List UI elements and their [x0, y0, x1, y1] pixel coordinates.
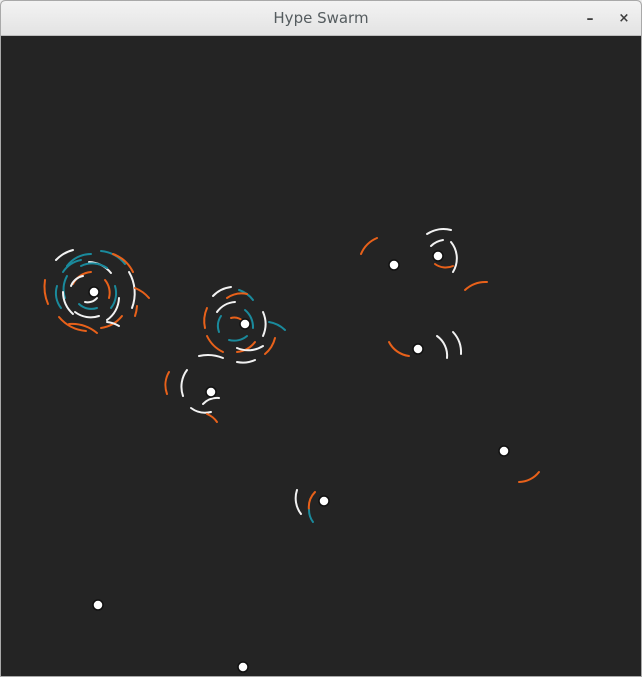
attractor-node [412, 343, 424, 355]
attractor-node [237, 661, 249, 673]
title-bar[interactable]: Hype Swarm – × [1, 1, 641, 36]
minimize-icon[interactable]: – [580, 9, 600, 29]
attractor-node [498, 445, 510, 457]
attractor-node [318, 495, 330, 507]
app-window: Hype Swarm – × [0, 0, 642, 677]
attractor-node [432, 250, 444, 262]
attractor-node [205, 386, 217, 398]
attractor-node [88, 286, 100, 298]
swarm-svg [1, 36, 641, 676]
attractor-node [92, 599, 104, 611]
attractor-node [388, 259, 400, 271]
window-title: Hype Swarm [273, 9, 369, 27]
close-icon[interactable]: × [614, 9, 634, 29]
swarm-canvas[interactable] [1, 36, 641, 676]
attractor-node [239, 318, 251, 330]
